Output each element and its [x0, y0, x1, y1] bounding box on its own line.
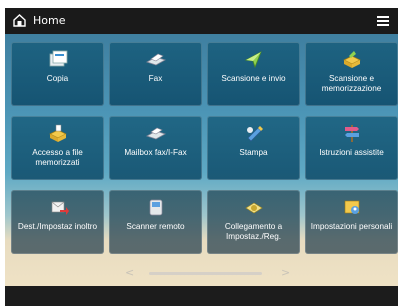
device-screen: Home Copia Fax Scansione e invio Scansio…: [5, 8, 398, 306]
tile-copia[interactable]: Copia: [11, 42, 104, 106]
tile-accesso-file[interactable]: Accesso a file memorizzati: [11, 116, 104, 180]
print-icon: [246, 126, 263, 142]
copy-icon: [49, 50, 67, 67]
menu-icon[interactable]: [376, 14, 390, 28]
tile-scansione-invio[interactable]: Scansione e invio: [207, 42, 300, 106]
personal-settings-icon: [344, 200, 359, 214]
tile-label: Copia: [46, 74, 69, 83]
stored-files-icon: [48, 124, 67, 142]
tile-label: Scanner remoto: [126, 222, 185, 231]
tile-label: Dest./Impostaz inoltro: [17, 222, 98, 231]
bottom-bar: [5, 286, 398, 306]
tile-label: Stampa: [239, 148, 268, 157]
page-indicator: < >: [5, 266, 398, 280]
tile-label: Fax: [148, 74, 163, 83]
page-title: Home: [33, 14, 66, 27]
tile-label: Scansione e memorizzazione: [321, 74, 382, 93]
scan-send-icon: [244, 51, 262, 69]
home-background: Copia Fax Scansione e invio Scansione e …: [5, 34, 398, 286]
tile-mailbox[interactable]: Mailbox fax/I-Fax: [109, 116, 202, 180]
signpost-icon: [344, 125, 359, 142]
tile-stampa[interactable]: Stampa: [207, 116, 300, 180]
tile-fax[interactable]: Fax: [109, 42, 202, 106]
tile-istruzioni[interactable]: Istruzioni assistite: [305, 116, 398, 180]
tile-scansione-memorizzazione[interactable]: Scansione e memorizzazione: [305, 42, 398, 106]
mailbox-icon: [145, 127, 166, 140]
tile-collegamento-impostaz[interactable]: Collegamento a Impostaz./Reg.: [207, 190, 300, 254]
chevron-right-icon[interactable]: >: [281, 266, 290, 280]
tile-label: Impostazioni personali: [310, 222, 393, 231]
tile-label: Mailbox fax/I-Fax: [124, 148, 187, 157]
forward-icon: [51, 201, 69, 215]
remote-scanner-icon: [149, 199, 162, 216]
home-icon[interactable]: [12, 13, 27, 28]
top-bar: Home: [5, 8, 398, 34]
tile-label: Scansione e invio: [221, 74, 286, 83]
settings-link-icon: [244, 202, 263, 214]
tile-label: Accesso a file memorizzati: [32, 148, 83, 167]
tile-dest-inoltro[interactable]: Dest./Impostaz inoltro: [11, 190, 104, 254]
tile-label: Collegamento a Impostaz./Reg.: [224, 222, 283, 241]
fax-icon: [145, 53, 166, 66]
tile-label: Istruzioni assistite: [319, 148, 384, 157]
tile-scanner-remoto[interactable]: Scanner remoto: [109, 190, 202, 254]
tile-impostazioni-personali[interactable]: Impostazioni personali: [305, 190, 398, 254]
page-scroll-track[interactable]: [149, 272, 262, 275]
chevron-left-icon[interactable]: <: [125, 266, 134, 280]
scan-store-icon: [342, 51, 361, 68]
